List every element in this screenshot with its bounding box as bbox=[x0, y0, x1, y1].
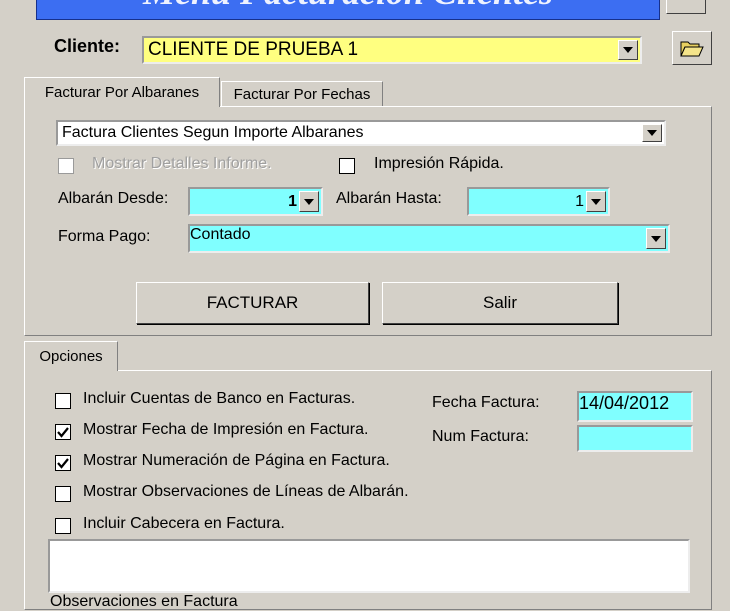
salir-button[interactable]: Salir bbox=[382, 282, 618, 324]
albaran-hasta-value: 1 bbox=[575, 192, 584, 210]
incluir-cabecera-checkbox[interactable] bbox=[55, 518, 71, 534]
chevron-down-icon[interactable] bbox=[642, 124, 662, 142]
open-folder-button[interactable] bbox=[672, 31, 712, 65]
fecha-factura-label: Fecha Factura: bbox=[432, 394, 540, 411]
mostrar-fecha-impresion-label: Mostrar Fecha de Impresión en Factura. bbox=[83, 421, 369, 438]
report-type-value: Factura Clientes Segun Importe Albaranes bbox=[62, 124, 364, 141]
report-type-combo[interactable]: Factura Clientes Segun Importe Albaranes bbox=[56, 120, 666, 146]
mostrar-observaciones-lineas-label: Mostrar Observaciones de Líneas de Albar… bbox=[83, 483, 409, 500]
num-factura-label: Num Factura: bbox=[432, 428, 529, 445]
forma-pago-label: Forma Pago: bbox=[58, 228, 151, 245]
impresion-rapida-label: Impresión Rápida. bbox=[374, 155, 504, 172]
observaciones-label: Observaciones en Factura bbox=[50, 593, 238, 610]
forma-pago-combo[interactable]: Contado bbox=[188, 224, 670, 253]
mostrar-numeracion-pagina-checkbox[interactable] bbox=[55, 455, 71, 471]
check-icon bbox=[57, 426, 69, 438]
open-folder-icon bbox=[680, 41, 704, 57]
albaran-desde-label: Albarán Desde: bbox=[58, 190, 169, 207]
num-factura-input[interactable] bbox=[577, 425, 693, 452]
tab-facturar-por-fechas[interactable]: Facturar Por Fechas bbox=[221, 81, 383, 106]
chevron-down-icon[interactable] bbox=[618, 40, 638, 60]
impresion-rapida-checkbox[interactable] bbox=[339, 158, 355, 174]
tab-fechas-label: Facturar Por Fechas bbox=[233, 85, 371, 103]
tab-opciones-label: Opciones bbox=[39, 348, 103, 365]
chevron-down-icon[interactable] bbox=[586, 191, 606, 212]
cliente-label: Cliente: bbox=[54, 36, 121, 56]
chevron-down-icon[interactable] bbox=[646, 228, 666, 249]
cliente-combo[interactable]: CLIENTE DE PRUEBA 1 bbox=[142, 36, 642, 64]
incluir-cabecera-label: Incluir Cabecera en Factura. bbox=[83, 515, 285, 532]
title-banner: Menú Facturación Clientes bbox=[36, 0, 660, 20]
mostrar-detalles-label: Mostrar Detalles Informe. bbox=[92, 155, 272, 172]
albaran-desde-value: 1 bbox=[288, 192, 297, 210]
mostrar-observaciones-lineas-checkbox[interactable] bbox=[55, 486, 71, 502]
tab-albaranes-label: Facturar Por Albaranes bbox=[44, 84, 200, 101]
incluir-cuentas-banco-checkbox[interactable] bbox=[55, 393, 71, 409]
tab-opciones[interactable]: Opciones bbox=[24, 341, 118, 371]
observaciones-textarea[interactable] bbox=[48, 539, 690, 593]
check-icon bbox=[57, 457, 69, 469]
albaran-hasta-combo[interactable]: 1 bbox=[467, 187, 610, 216]
fecha-factura-value: 14/04/2012 bbox=[579, 393, 670, 413]
mostrar-numeracion-pagina-label: Mostrar Numeración de Página en Factura. bbox=[83, 452, 390, 469]
mostrar-detalles-checkbox[interactable] bbox=[58, 158, 74, 174]
mostrar-fecha-impresion-checkbox[interactable] bbox=[55, 424, 71, 440]
forma-pago-value: Contado bbox=[190, 226, 251, 243]
albaran-hasta-label: Albarán Hasta: bbox=[336, 190, 442, 207]
tab-facturar-por-albaranes[interactable]: Facturar Por Albaranes bbox=[24, 77, 220, 107]
incluir-cuentas-banco-label: Incluir Cuentas de Banco en Facturas. bbox=[83, 390, 356, 407]
salir-button-label: Salir bbox=[482, 293, 517, 312]
chevron-down-icon[interactable] bbox=[299, 191, 319, 212]
window-title: Menú Facturación Clientes bbox=[37, 0, 659, 13]
albaran-desde-combo[interactable]: 1 bbox=[188, 187, 323, 216]
fecha-factura-input[interactable]: 14/04/2012 bbox=[577, 391, 693, 422]
facturar-button-label: FACTURAR bbox=[206, 293, 299, 312]
cliente-value: CLIENTE DE PRUEBA 1 bbox=[148, 39, 359, 60]
system-button[interactable] bbox=[666, 0, 706, 14]
facturar-button[interactable]: FACTURAR bbox=[136, 282, 369, 324]
